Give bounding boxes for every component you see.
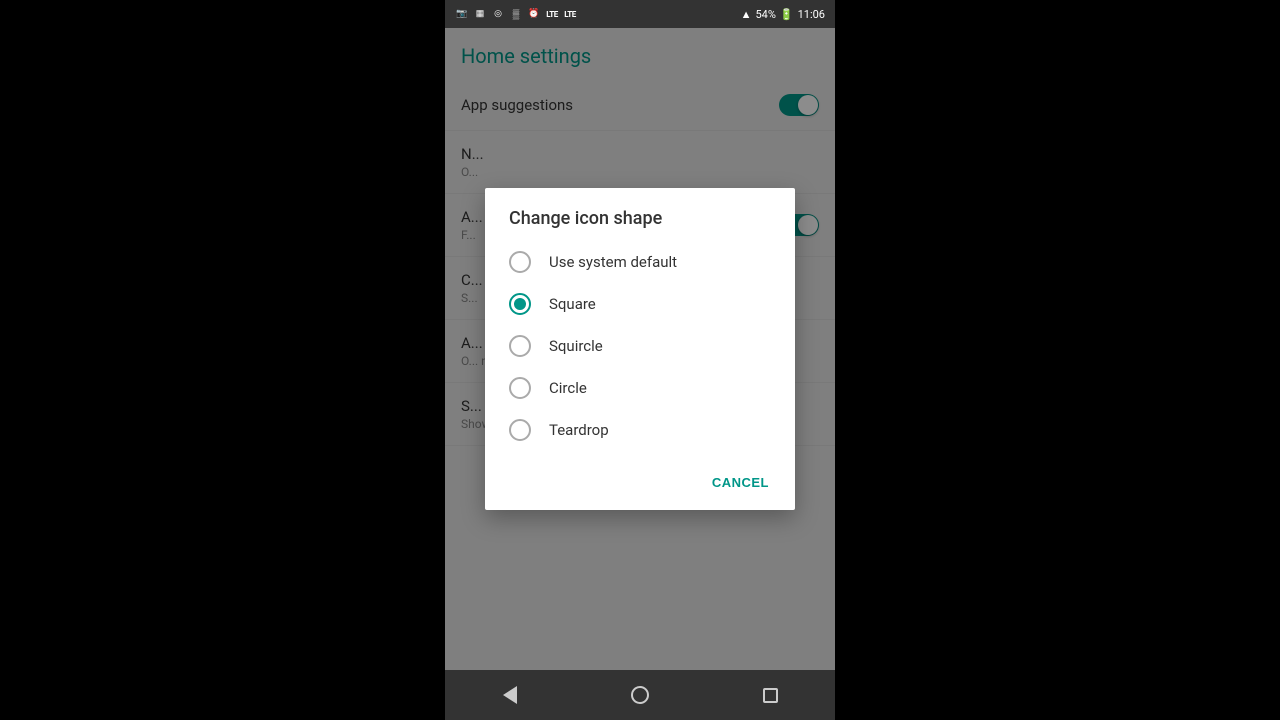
home-button[interactable]	[620, 675, 660, 715]
lte1-icon: LTE	[545, 7, 559, 21]
dialog-title: Change icon shape	[485, 188, 795, 241]
cancel-button[interactable]: CANCEL	[702, 467, 779, 498]
radio-label-system-default: Use system default	[549, 253, 677, 271]
time-display: 11:06	[798, 8, 825, 21]
radio-option-square[interactable]: Square	[485, 283, 795, 325]
radio-circle-circle	[509, 377, 531, 399]
radio-label-circle: Circle	[549, 379, 587, 397]
status-bar-left: 📷 ▦ ◎ ▒ ⏰ LTE LTE	[455, 7, 577, 21]
radio-label-square: Square	[549, 295, 596, 313]
radio-option-squircle[interactable]: Squircle	[485, 325, 795, 367]
phone-screen: 📷 ▦ ◎ ▒ ⏰ LTE LTE ▲ 54% 🔋 11:06 Home set…	[445, 0, 835, 720]
recents-icon	[763, 688, 778, 703]
video-camera-icon: 📷	[455, 7, 469, 21]
dialog-actions: CANCEL	[485, 459, 795, 510]
radio-inner-square	[514, 298, 526, 310]
dim-overlay: Change icon shape Use system default Squ…	[445, 28, 835, 670]
cast-icon: ▦	[473, 7, 487, 21]
back-button[interactable]	[490, 675, 530, 715]
alarm-icon: ⏰	[527, 7, 541, 21]
signal-icon: ▲	[741, 8, 752, 21]
lte2-icon: LTE	[563, 7, 577, 21]
status-bar: 📷 ▦ ◎ ▒ ⏰ LTE LTE ▲ 54% 🔋 11:06	[445, 0, 835, 28]
back-icon	[503, 686, 517, 704]
radio-circle-squircle	[509, 335, 531, 357]
nav-bar	[445, 670, 835, 720]
radio-circle-square	[509, 293, 531, 315]
status-bar-right: ▲ 54% 🔋 11:06	[741, 8, 825, 21]
left-black-bar	[0, 0, 445, 720]
radio-circle-teardrop	[509, 419, 531, 441]
dialog-content: Use system default Square Squircle	[485, 241, 795, 459]
change-icon-shape-dialog: Change icon shape Use system default Squ…	[485, 188, 795, 510]
radio-circle-system-default	[509, 251, 531, 273]
battery-percent: 54%	[755, 8, 775, 21]
radio-option-circle[interactable]: Circle	[485, 367, 795, 409]
battery-icon: 🔋	[780, 8, 794, 21]
main-content: Home settings App suggestions N... O...	[445, 28, 835, 670]
radio-label-squircle: Squircle	[549, 337, 603, 355]
radio-option-system-default[interactable]: Use system default	[485, 241, 795, 283]
radio-option-teardrop[interactable]: Teardrop	[485, 409, 795, 451]
recents-button[interactable]	[750, 675, 790, 715]
home-icon	[631, 686, 649, 704]
right-black-bar	[835, 0, 1280, 720]
radio-label-teardrop: Teardrop	[549, 421, 609, 439]
vibrate-icon: ▒	[509, 7, 523, 21]
wifi-icon: ◎	[491, 7, 505, 21]
